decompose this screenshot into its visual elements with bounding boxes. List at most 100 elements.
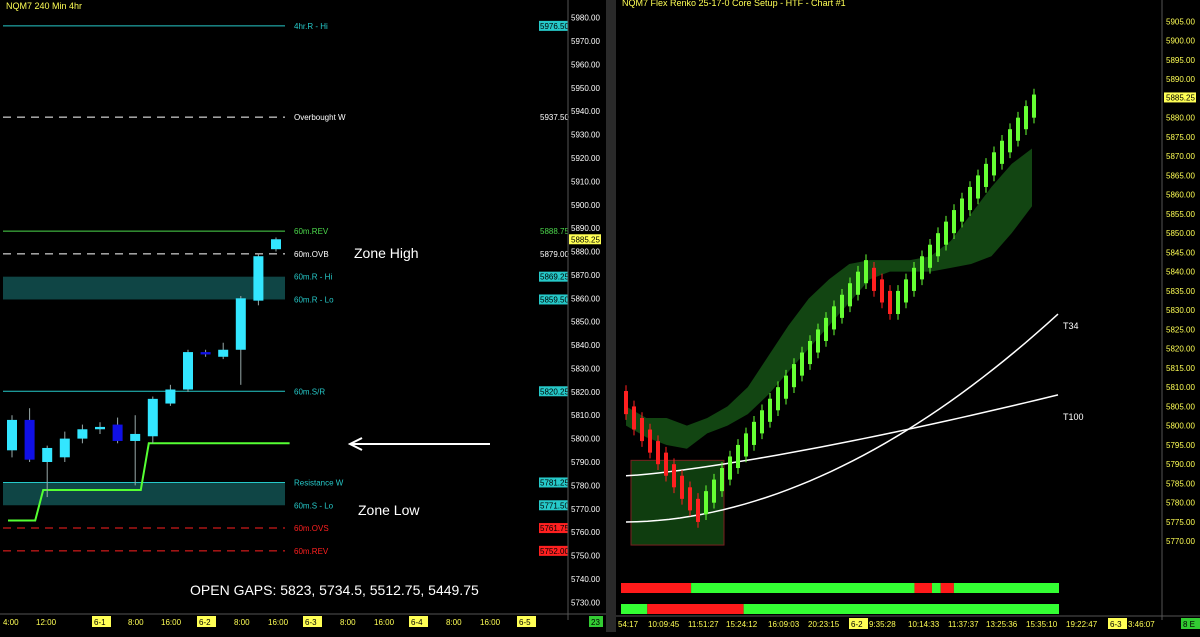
right-y-tick: 5785.00: [1166, 479, 1195, 488]
left-y-tick: 5880.00: [571, 248, 600, 257]
t34-label: T34: [1063, 321, 1079, 331]
status-bar-1-seg-2: [914, 583, 932, 593]
renko-brick-3: [648, 429, 652, 453]
renko-brick-4: [656, 441, 660, 465]
renko-brick-49: [1016, 117, 1020, 141]
level-label-7: Resistance W: [294, 478, 344, 487]
left-x-tick: 6-2: [199, 618, 211, 627]
left-y-tick: 5890.00: [571, 224, 600, 233]
level-label-4: 60m.R - Hi: [294, 273, 332, 282]
renko-brick-13: [728, 456, 732, 480]
right-y-tick: 5865.00: [1166, 171, 1195, 180]
candle-13: [235, 298, 246, 350]
left-price-tag: 5885.25: [571, 235, 600, 244]
candle-12: [218, 349, 229, 357]
level-label-0: 4hr.R - Hi: [294, 22, 328, 31]
level-tag-7: 5781.25: [540, 478, 569, 487]
renko-brick-27: [840, 294, 844, 318]
left-y-tick: 5750.00: [571, 552, 600, 561]
right-y-tick: 5825.00: [1166, 325, 1195, 334]
level-label-6: 60m.S/R: [294, 387, 325, 396]
left-y-tick: 5770.00: [571, 505, 600, 514]
left-y-tick: 5940.00: [571, 107, 600, 116]
renko-brick-41: [952, 210, 956, 234]
renko-brick-31: [872, 267, 876, 291]
left-y-tick: 5900.00: [571, 201, 600, 210]
status-bar-1-seg-3: [931, 583, 941, 593]
renko-brick-15: [744, 433, 748, 457]
zone-band-0: [3, 276, 285, 300]
right-chart-svg[interactable]: 5905.005900.005895.005890.005885.005880.…: [616, 0, 1200, 632]
level-label-9: 60m.OVS: [294, 524, 329, 533]
right-x-tick: 10:14:33: [908, 620, 940, 629]
right-y-tick: 5820.00: [1166, 345, 1195, 354]
left-x-tick: 6-5: [519, 618, 531, 627]
right-y-tick: 5830.00: [1166, 306, 1195, 315]
candle-9: [165, 389, 176, 404]
left-y-tick: 5790.00: [571, 458, 600, 467]
left-x-tick: 16:00: [268, 618, 289, 627]
renko-brick-2: [640, 417, 644, 442]
level-tag-8: 5771.50: [540, 501, 569, 510]
t100-label: T100: [1063, 412, 1084, 422]
status-bar-2-seg-2: [743, 604, 1059, 614]
candle-6: [112, 424, 123, 441]
arrow-left-icon: [347, 437, 490, 451]
right-x-tick: 6-3: [1110, 620, 1122, 629]
left-chart-svg[interactable]: 4hr.R - Hi 5976.50 Overbought W 5937.50 60m.…: [0, 0, 606, 632]
right-x-tick: 54:17: [618, 620, 639, 629]
candle-10: [183, 352, 193, 390]
right-y-tick: 5850.00: [1166, 229, 1195, 238]
renko-brick-6: [672, 464, 676, 488]
left-y-tick: 5980.00: [571, 14, 600, 23]
right-y-tick: 5855.00: [1166, 210, 1195, 219]
level-label-8: 60m.S - Lo: [294, 501, 334, 510]
level-tag-2: 5888.75: [540, 227, 569, 236]
status-bar-2-seg-0: [621, 604, 648, 614]
renko-brick-14: [736, 444, 740, 469]
panel-divider[interactable]: [606, 0, 616, 632]
left-chart-panel[interactable]: 4hr.R - Hi 5976.50 Overbought W 5937.50 60m.…: [0, 0, 606, 632]
renko-brick-17: [760, 410, 764, 434]
right-x-tick: 11:51:27: [688, 620, 719, 629]
right-chart-title: NQM7 Flex Renko 25-17-0 Core Setup - HTF…: [622, 0, 846, 8]
right-y-tick: 5805.00: [1166, 402, 1195, 411]
level-label-5: 60m.R - Lo: [294, 295, 334, 304]
left-x-tick: 23: [591, 618, 600, 627]
renko-brick-26: [832, 306, 836, 330]
right-y-tick: 5800.00: [1166, 422, 1195, 431]
renko-brick-20: [784, 375, 788, 399]
level-tag-5: 5859.50: [540, 295, 569, 304]
level-tag-0: 5976.50: [540, 22, 569, 31]
left-x-tick: 8:00: [234, 618, 250, 627]
renko-brick-47: [1000, 140, 1004, 164]
left-x-tick: 16:00: [480, 618, 501, 627]
renko-brick-44: [976, 175, 980, 199]
right-y-tick: 5875.00: [1166, 133, 1195, 142]
renko-brick-48: [1008, 129, 1012, 153]
right-y-tick: 5780.00: [1166, 499, 1195, 508]
level-tag-4: 5869.25: [540, 273, 569, 282]
level-label-1: Overbought W: [294, 113, 346, 122]
renko-brick-8: [688, 487, 692, 511]
level-label-2: 60m.REV: [294, 227, 329, 236]
level-tag-9: 5761.75: [540, 524, 569, 533]
status-bar-1-seg-4: [940, 583, 954, 593]
renko-brick-34: [896, 290, 900, 315]
candle-15: [271, 239, 281, 250]
right-x-tick: 6-2: [851, 620, 863, 629]
left-x-tick: 12:00: [36, 618, 57, 627]
left-y-tick: 5950.00: [571, 84, 600, 93]
right-x-tick: 9:35:28: [869, 620, 896, 629]
candle-2: [42, 447, 53, 462]
left-y-tick: 5930.00: [571, 131, 600, 140]
right-y-tick: 5770.00: [1166, 537, 1195, 546]
left-y-tick: 5920.00: [571, 154, 600, 163]
right-x-tick: 16:09:03: [768, 620, 800, 629]
left-y-tick: 5870.00: [571, 271, 600, 280]
left-y-tick: 5840.00: [571, 341, 600, 350]
right-chart-panel[interactable]: 5905.005900.005895.005890.005885.005880.…: [616, 0, 1200, 632]
candle-0: [7, 419, 17, 451]
renko-brick-40: [944, 221, 948, 245]
renko-brick-36: [912, 267, 916, 291]
